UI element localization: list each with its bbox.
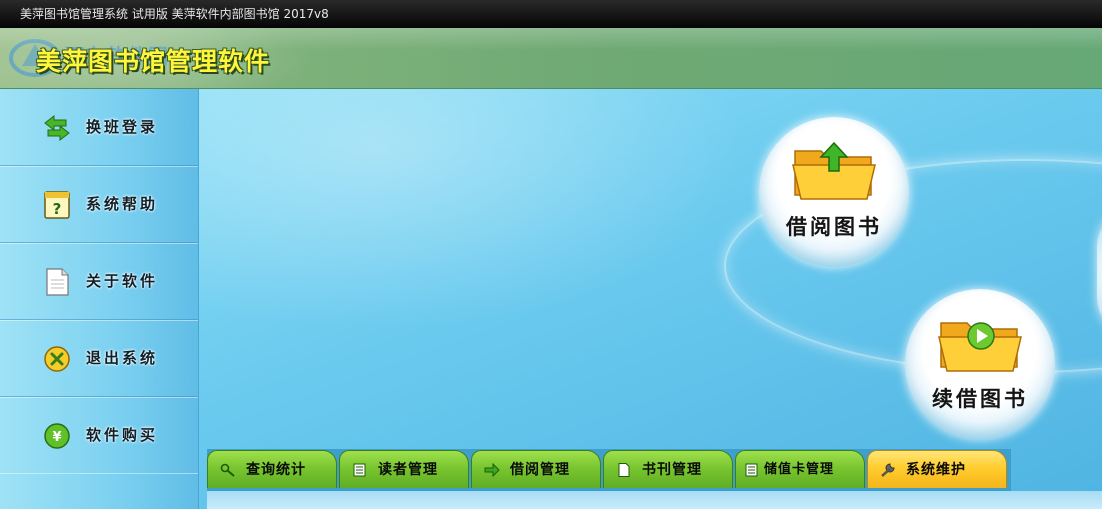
bubble-label: 借阅图书 — [786, 215, 882, 239]
svg-text:¥: ¥ — [52, 430, 61, 445]
renew-books-button[interactable]: 续借图书 — [905, 289, 1055, 439]
tab-query-statistics[interactable]: 查询统计 — [207, 450, 337, 488]
sidebar: 换班登录 ? 系统帮助 关于软件 退出系统 ¥ 软件购买 — [0, 89, 199, 509]
document-icon — [618, 463, 630, 477]
tab-label: 读者管理 — [378, 462, 438, 478]
wrench-icon — [881, 463, 895, 477]
arrow-right-icon — [484, 463, 500, 477]
bubble-label: 续借图书 — [932, 387, 1028, 411]
sidebar-item-label: 软件购买 — [86, 426, 159, 444]
sidebar-item-label: 换班登录 — [86, 118, 159, 136]
module-tab-bar: 查询统计 读者管理 借阅管理 书刊管理 储值卡管理 系统维护 — [207, 449, 1011, 491]
tab-reader-management[interactable]: 读者管理 — [339, 450, 469, 488]
sidebar-item-purchase[interactable]: ¥ 软件购买 — [0, 397, 198, 473]
svg-text:?: ? — [53, 200, 62, 218]
sidebar-item-about[interactable]: 关于软件 — [0, 243, 198, 320]
sidebar-item-label: 关于软件 — [86, 272, 159, 290]
main-panel: 借阅图书 续借图书 — [199, 89, 1102, 509]
tab-label: 借阅管理 — [510, 462, 570, 478]
list-icon — [353, 463, 366, 477]
tab-book-management[interactable]: 书刊管理 — [603, 450, 733, 488]
exit-icon — [44, 346, 70, 372]
sidebar-item-exit[interactable]: 退出系统 — [0, 320, 198, 397]
sidebar-item-help[interactable]: ? 系统帮助 — [0, 166, 198, 243]
swap-arrows-icon — [44, 114, 70, 142]
tab-label: 书刊管理 — [642, 462, 702, 478]
app-title: 美萍图书馆管理软件 — [36, 47, 271, 76]
tab-system-maintenance[interactable]: 系统维护 — [867, 450, 1007, 488]
window-title: 美萍图书馆管理系统 试用版 美萍软件内部图书馆 2017v8 — [20, 7, 329, 21]
document-icon — [46, 268, 69, 296]
sidebar-item-label: 退出系统 — [86, 349, 159, 367]
help-icon: ? — [44, 191, 70, 219]
list-icon — [745, 463, 758, 477]
sidebar-item-label: 系统帮助 — [86, 195, 159, 213]
tab-borrow-management[interactable]: 借阅管理 — [471, 450, 601, 488]
sidebar-item-switch-login[interactable]: 换班登录 — [0, 89, 198, 166]
borrow-books-button[interactable]: 借阅图书 — [759, 117, 909, 267]
window-title-bar: 美萍图书馆管理系统 试用版 美萍软件内部图书馆 2017v8 — [0, 0, 1102, 28]
tab-label: 储值卡管理 — [764, 462, 835, 477]
tab-label: 查询统计 — [246, 462, 306, 478]
tab-label: 系统维护 — [906, 462, 966, 478]
tab-stored-card-management[interactable]: 储值卡管理 — [735, 450, 865, 488]
yen-coin-icon: ¥ — [44, 423, 70, 449]
folder-arrow-up-icon — [792, 141, 876, 200]
folder-play-icon — [938, 322, 1022, 372]
search-key-icon — [220, 463, 235, 477]
content-strip — [207, 491, 1102, 509]
